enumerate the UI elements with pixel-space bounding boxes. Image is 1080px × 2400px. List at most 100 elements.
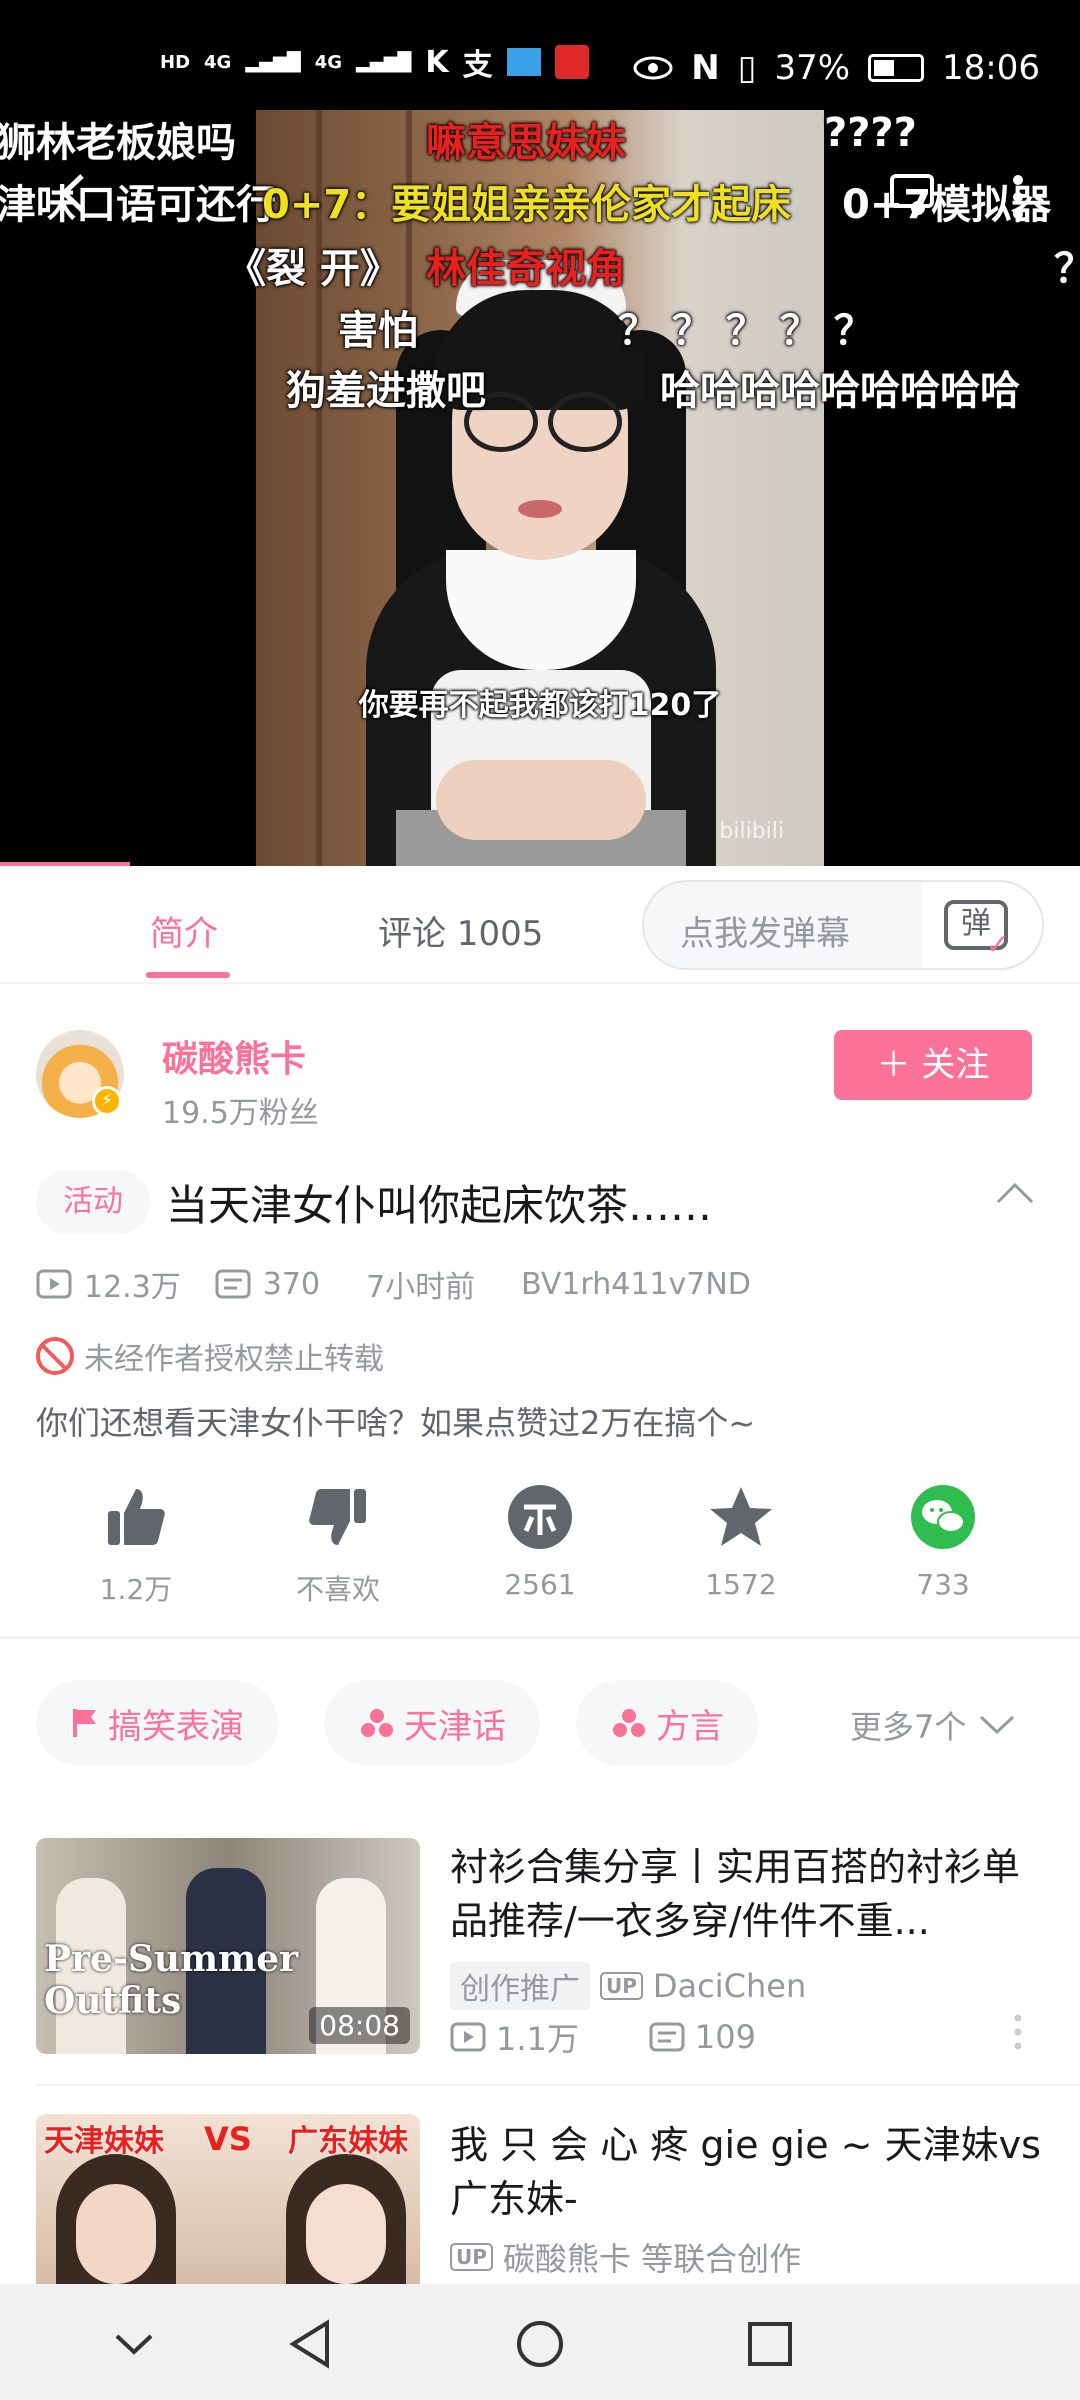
danmaku-count: 370 xyxy=(262,1266,321,1302)
hd-icon: HD xyxy=(160,51,191,73)
related-video-author-row: UP 碳酸熊卡 等联合创作 xyxy=(450,2234,801,2280)
danmaku-comment: ？ ？ ？ ？ ？ xyxy=(618,308,874,354)
tag-chip[interactable]: 方言 xyxy=(576,1680,758,1766)
uploader-fans: 19.5万粉丝 xyxy=(162,1096,319,1131)
divider xyxy=(36,2084,1080,2086)
like-button[interactable]: 1.2万 xyxy=(56,1482,216,1608)
related-video-author[interactable]: DaciChen xyxy=(653,1967,806,2005)
tag-chip[interactable]: 搞笑表演 xyxy=(36,1680,278,1766)
thumbnail-face xyxy=(306,2184,386,2284)
uploader-name[interactable]: 碳酸熊卡 xyxy=(162,1030,306,1082)
promo-badge: 创作推广 xyxy=(450,1962,590,2010)
signal-icon: 4G xyxy=(204,51,232,73)
related-video-stats: 1.1万 109 xyxy=(450,2014,756,2060)
activity-tag[interactable]: 活动 xyxy=(36,1170,150,1234)
danmaku-comment: ？ xyxy=(1054,236,1080,294)
video-description: 你们还想看天津女仆干啥？如果点赞过2万在搞个~ xyxy=(36,1404,756,1442)
danmaku-comment: 津味口语可还行 xyxy=(0,182,276,228)
tags-more-label: 更多7个 xyxy=(850,1708,967,1746)
checkmark-icon: ✓ xyxy=(986,928,1010,961)
related-video-thumbnail[interactable]: 天津妹妹 VS 广东妹妹 xyxy=(36,2114,420,2284)
play-count-icon xyxy=(450,2022,486,2052)
back-arrow-icon[interactable] xyxy=(50,170,96,216)
clock: 18:06 xyxy=(942,48,1040,88)
danmaku-comment: 害怕 xyxy=(338,308,418,354)
danmaku-comment: ???? xyxy=(824,110,917,156)
tab-intro[interactable]: 简介 xyxy=(150,906,218,955)
alipay-icon: 支 xyxy=(462,48,493,83)
back-triangle-icon xyxy=(289,2319,329,2369)
video-title: 当天津女仆叫你起床饮茶…… xyxy=(166,1181,713,1230)
dislike-label: 不喜欢 xyxy=(295,1573,380,1606)
chevron-down-icon xyxy=(115,2334,153,2355)
eye-icon xyxy=(633,56,673,80)
coin-icon xyxy=(508,1485,572,1549)
danmaku-comment: 狗羞进撒吧 xyxy=(286,368,486,414)
signal-bars-icon: ▂▄▆█ xyxy=(245,51,301,73)
more-vertical-icon[interactable] xyxy=(1010,172,1026,222)
related-video-title[interactable]: 衬衫合集分享丨实用百搭的衬衫单品推荐/一衣多穿/件件不重... xyxy=(450,1840,1050,1948)
related-video-author-row: 创作推广 UP DaciChen xyxy=(450,1962,806,2010)
play-count-icon xyxy=(36,1269,72,1299)
more-vertical-icon[interactable] xyxy=(1012,2012,1024,2052)
danmaku-input[interactable]: 点我发弹幕 弹 ✓ xyxy=(642,880,1044,970)
publish-time: 7小时前 xyxy=(366,1270,476,1305)
coin-button[interactable]: 2561 xyxy=(460,1482,620,1601)
video-watermark: bilibili xyxy=(719,819,784,844)
related-video-title[interactable]: 我 只 会 心 疼 gie gie ~ 天津妹vs广东妹- xyxy=(450,2118,1050,2226)
star-icon xyxy=(710,1487,772,1546)
danmaku-comment: 0+7：要姐姐亲亲伦家才起床 xyxy=(262,182,792,228)
nav-home-button[interactable] xyxy=(510,2314,570,2374)
up-badge-icon: UP xyxy=(450,2243,493,2271)
signal-icon: 4G xyxy=(314,51,343,73)
tab-active-indicator xyxy=(146,972,230,978)
view-count: 12.3万 xyxy=(84,1270,181,1305)
wechat-icon xyxy=(911,1485,975,1549)
favorite-button[interactable]: 1572 xyxy=(661,1482,821,1601)
system-nav-bar xyxy=(0,2284,1080,2400)
home-circle-icon xyxy=(517,2321,563,2367)
related-video-author[interactable]: 碳酸熊卡 等联合创作 xyxy=(503,2234,801,2280)
tag-chip[interactable]: 天津话 xyxy=(324,1680,540,1766)
share-button[interactable]: 733 xyxy=(863,1482,1023,1601)
nav-recents-button[interactable] xyxy=(740,2314,800,2374)
danmaku-toggle-button[interactable]: 弹 ✓ xyxy=(922,882,1042,968)
related-view-count: 1.1万 xyxy=(496,2020,579,2058)
app-notification-icon xyxy=(506,48,541,76)
tag-label: 天津话 xyxy=(404,1706,506,1747)
tab-comments[interactable]: 评论 1005 xyxy=(378,906,543,955)
favorite-count: 1572 xyxy=(705,1568,777,1601)
lightning-badge-icon: ⚡ xyxy=(92,1086,122,1116)
nav-back-button[interactable] xyxy=(280,2314,340,2374)
copyright-text: 未经作者授权禁止转载 xyxy=(84,1342,384,1377)
recents-square-icon xyxy=(748,2322,792,2366)
follow-button[interactable]: ＋ 关注 xyxy=(834,1030,1032,1100)
danmaku-input-placeholder: 点我发弹幕 xyxy=(680,914,850,954)
danmaku-comment: 狮林老板娘吗 xyxy=(0,120,236,166)
video-player[interactable]: 你要再不起我都该打120了 bilibili 狮林老板娘吗 嘛意思妹妹 ????… xyxy=(0,0,1080,866)
battery-percent: 37% xyxy=(774,48,851,88)
related-video-thumbnail[interactable]: Pre-Summer Outfits 08:08 xyxy=(36,1838,420,2054)
dislike-button[interactable]: 不喜欢 xyxy=(258,1482,418,1608)
status-bar: HD 4G ▂▄▆█ 4G ▂▄▆█ K 支 N ▯ 37% 18:06 xyxy=(0,0,1080,89)
thumbnail-vs: VS xyxy=(204,2120,252,2158)
tags-more-button[interactable]: 更多7个 xyxy=(850,1702,1016,1748)
video-duration: 08:08 xyxy=(309,2007,410,2044)
thumbnail-text-right: 广东妹妹 xyxy=(288,2124,408,2159)
danmaku-comment: 哈哈哈哈哈哈哈哈哈 xyxy=(660,368,1020,414)
cast-icon[interactable] xyxy=(888,172,938,218)
copyright-notice: 未经作者授权禁止转载 xyxy=(36,1334,384,1378)
app-notification-icon xyxy=(554,45,589,79)
like-count: 1.2万 xyxy=(99,1573,173,1606)
divider xyxy=(0,1636,1080,1639)
nav-hide-button[interactable] xyxy=(104,2314,164,2374)
coin-count: 2561 xyxy=(504,1568,576,1601)
k-app-icon: K xyxy=(425,44,449,80)
share-count: 733 xyxy=(916,1568,970,1601)
tag-label: 方言 xyxy=(656,1706,724,1747)
chevron-up-icon[interactable] xyxy=(994,1172,1036,1214)
thumbnail-text-left: 天津妹妹 xyxy=(44,2124,164,2159)
topic-icon xyxy=(613,1709,645,1737)
network-indicators: HD 4G ▂▄▆█ 4G ▂▄▆█ K 支 xyxy=(160,40,589,84)
video-stats: 12.3万 370 7小时前 BV1rh411v7ND xyxy=(36,1262,751,1306)
